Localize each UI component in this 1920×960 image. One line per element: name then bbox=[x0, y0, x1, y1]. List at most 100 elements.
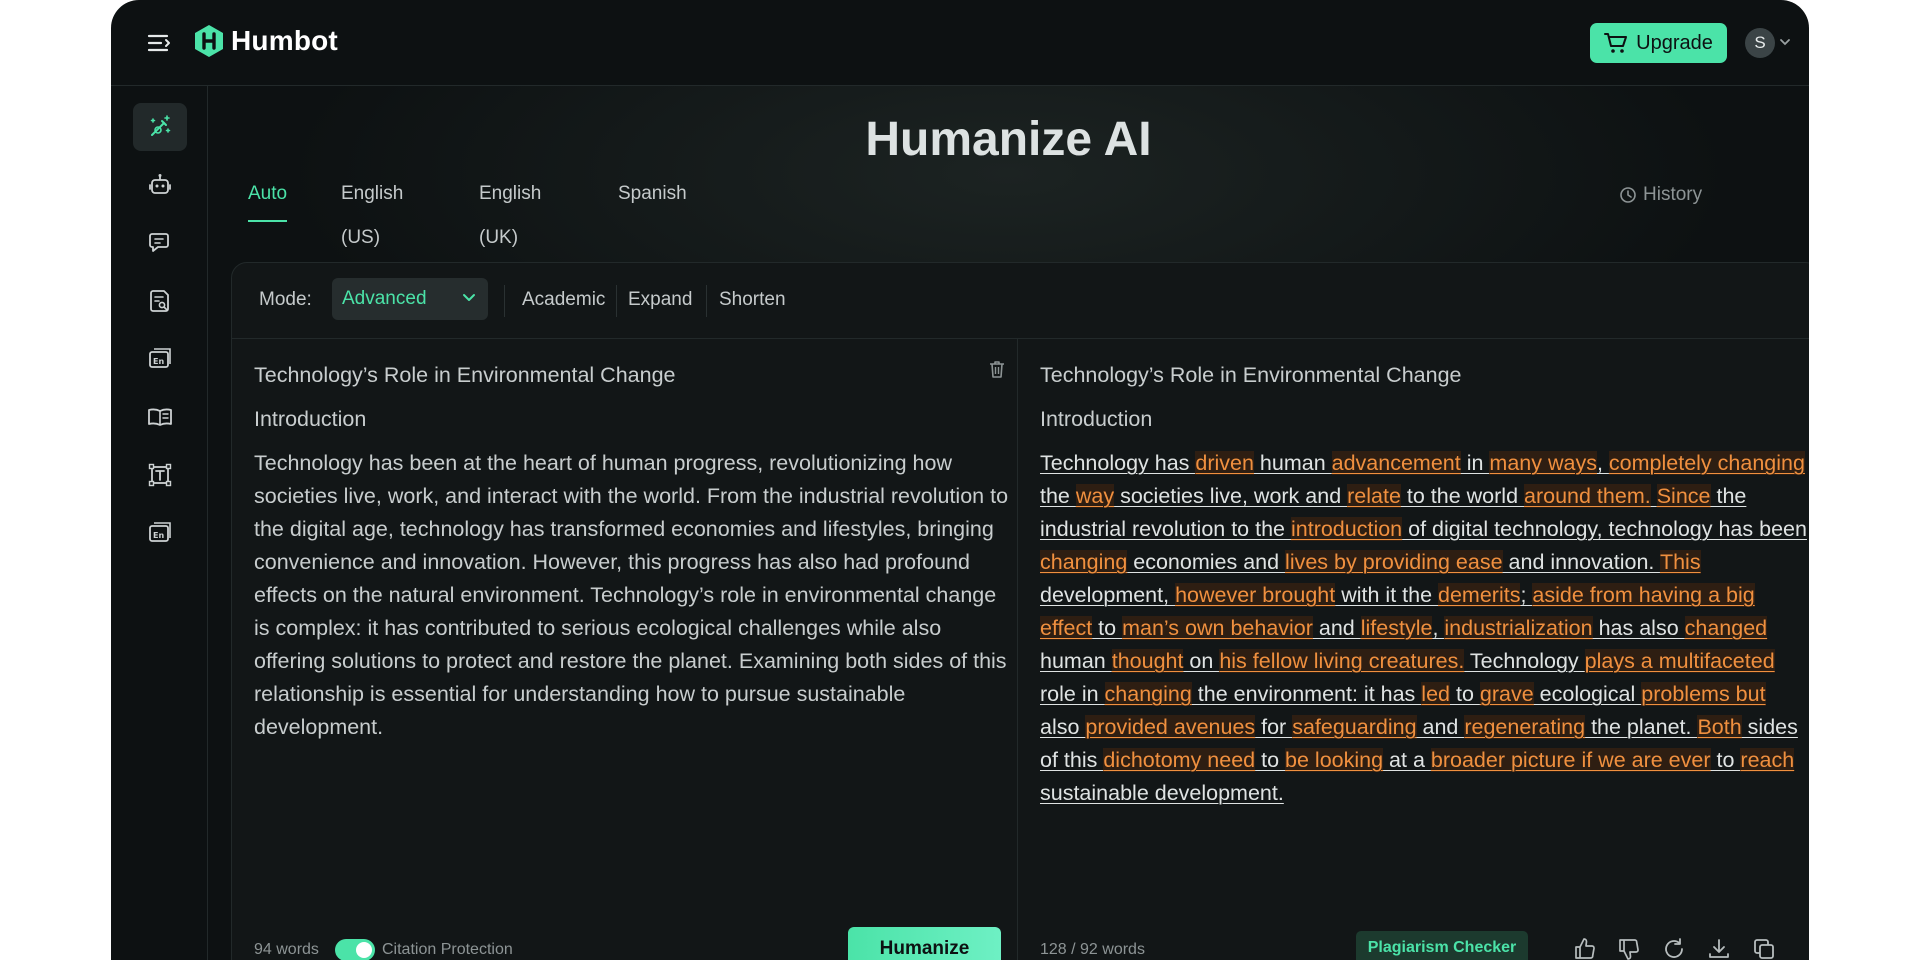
sidebar-item-translator-2[interactable]: En bbox=[133, 509, 187, 557]
sidebar-item-text-tools[interactable] bbox=[133, 451, 187, 499]
changed-phrase[interactable]: his fellow living creatures. bbox=[1219, 649, 1465, 673]
upgrade-label: Upgrade bbox=[1636, 31, 1713, 54]
divider bbox=[616, 285, 617, 317]
plagiarism-checker-button[interactable]: Plagiarism Checker bbox=[1356, 931, 1528, 960]
unchanged-phrase: sustainable development. bbox=[1040, 781, 1284, 805]
changed-phrase[interactable]: many ways bbox=[1489, 451, 1597, 475]
document-search-icon bbox=[150, 290, 169, 312]
changed-phrase[interactable]: driven bbox=[1195, 451, 1254, 475]
unchanged-phrase: to bbox=[1710, 748, 1741, 772]
unchanged-phrase: and innovation. bbox=[1502, 550, 1660, 574]
input-pane[interactable]: Technology’s Role in Environmental Chang… bbox=[232, 339, 1018, 960]
changed-phrase[interactable]: lives by providing ease bbox=[1285, 550, 1503, 574]
humanize-button[interactable]: Humanize bbox=[848, 927, 1001, 960]
tab-spanish[interactable]: Spanish bbox=[618, 172, 687, 216]
thumbs-down-icon[interactable] bbox=[1615, 935, 1643, 960]
input-text[interactable]: Technology has been at the heart of huma… bbox=[254, 447, 1014, 744]
changed-phrase[interactable]: changed bbox=[1684, 616, 1768, 640]
changed-phrase[interactable]: demerits bbox=[1438, 583, 1521, 607]
unchanged-phrase: societies live, work and bbox=[1114, 484, 1348, 508]
mode-option-academic[interactable]: Academic bbox=[522, 289, 605, 311]
mode-select[interactable]: Advanced bbox=[332, 278, 488, 320]
changed-phrase[interactable]: industrialization bbox=[1444, 616, 1593, 640]
changed-phrase[interactable]: completely changing bbox=[1608, 451, 1805, 475]
unchanged-phrase: to the world bbox=[1400, 484, 1525, 508]
sidebar-item-humanize[interactable] bbox=[133, 103, 187, 151]
changed-phrase[interactable]: around them. bbox=[1524, 484, 1651, 508]
mode-option-expand[interactable]: Expand bbox=[628, 289, 692, 311]
unchanged-phrase: the bbox=[1040, 484, 1076, 508]
download-icon[interactable] bbox=[1705, 935, 1733, 960]
changed-phrase[interactable]: Both bbox=[1697, 715, 1742, 739]
sidebar-item-reader[interactable] bbox=[133, 393, 187, 441]
unchanged-phrase: with it the bbox=[1335, 583, 1438, 607]
unchanged-phrase: to bbox=[1450, 682, 1480, 706]
changed-phrase[interactable]: regenerating bbox=[1464, 715, 1586, 739]
translate-en-icon: En bbox=[149, 522, 171, 542]
regenerate-icon[interactable] bbox=[1660, 935, 1688, 960]
sidebar-item-essay[interactable] bbox=[133, 277, 187, 325]
changed-phrase[interactable]: grave bbox=[1479, 682, 1534, 706]
changed-phrase[interactable]: broader picture if we are ever bbox=[1430, 748, 1711, 772]
output-heading: Introduction bbox=[1040, 407, 1153, 431]
changed-phrase[interactable]: advancement bbox=[1331, 451, 1461, 475]
unchanged-phrase: the environment: it has bbox=[1191, 682, 1422, 706]
changed-phrase[interactable]: problems but bbox=[1641, 682, 1766, 706]
mode-option-shorten[interactable]: Shorten bbox=[719, 289, 786, 311]
sidebar-item-ai-detector[interactable] bbox=[133, 161, 187, 209]
unchanged-phrase: Technology has bbox=[1040, 451, 1196, 475]
unchanged-phrase: human bbox=[1253, 451, 1332, 475]
main-content: Humanize AI Auto English (US) English (U… bbox=[208, 86, 1809, 960]
unchanged-phrase: ; bbox=[1520, 583, 1533, 607]
unchanged-phrase: economies and bbox=[1127, 550, 1286, 574]
changed-phrase[interactable]: This bbox=[1659, 550, 1701, 574]
changed-phrase[interactable]: plays a multifaceted bbox=[1584, 649, 1775, 673]
changed-phrase[interactable]: changing bbox=[1040, 550, 1128, 574]
changed-phrase[interactable]: safeguarding bbox=[1292, 715, 1417, 739]
tab-english-us[interactable]: English (US) bbox=[341, 172, 403, 248]
history-button[interactable]: History bbox=[1619, 184, 1702, 206]
chevron-down-icon[interactable] bbox=[1779, 37, 1791, 47]
changed-phrase[interactable]: changing bbox=[1104, 682, 1192, 706]
changed-phrase[interactable]: led bbox=[1421, 682, 1450, 706]
tab-english-uk[interactable]: English (UK) bbox=[479, 172, 541, 248]
citation-protection-label: Citation Protection bbox=[382, 941, 513, 958]
changed-phrase[interactable]: way bbox=[1075, 484, 1115, 508]
changed-phrase[interactable]: introduction bbox=[1290, 517, 1403, 541]
menu-toggle-icon[interactable] bbox=[147, 32, 173, 54]
changed-phrase[interactable]: provided avenues bbox=[1085, 715, 1256, 739]
unchanged-phrase: human bbox=[1040, 649, 1112, 673]
unchanged-phrase: also bbox=[1040, 715, 1086, 739]
app-logo[interactable]: Humbot bbox=[193, 24, 338, 58]
chevron-down-icon bbox=[463, 294, 475, 301]
mode-selected-value: Advanced bbox=[342, 288, 427, 309]
changed-phrase[interactable]: be looking bbox=[1285, 748, 1384, 772]
book-icon bbox=[148, 408, 172, 426]
changed-phrase[interactable]: however brought bbox=[1175, 583, 1336, 607]
tab-auto[interactable]: Auto bbox=[248, 172, 288, 222]
changed-phrase[interactable]: man’s own behavior bbox=[1122, 616, 1313, 640]
changed-phrase[interactable]: Since bbox=[1656, 484, 1711, 508]
sidebar-item-translator[interactable]: En bbox=[133, 335, 187, 383]
copy-icon[interactable] bbox=[1750, 935, 1778, 960]
cart-icon bbox=[1604, 33, 1628, 53]
thumbs-up-icon[interactable] bbox=[1571, 935, 1599, 960]
changed-phrase[interactable]: dichotomy need bbox=[1103, 748, 1256, 772]
changed-phrase[interactable]: thought bbox=[1111, 649, 1184, 673]
unchanged-phrase: and bbox=[1416, 715, 1465, 739]
citation-protection-toggle[interactable] bbox=[335, 939, 375, 960]
divider bbox=[504, 285, 505, 317]
unchanged-phrase: for bbox=[1255, 715, 1293, 739]
avatar[interactable]: S bbox=[1745, 28, 1775, 58]
upgrade-button[interactable]: Upgrade bbox=[1590, 23, 1727, 63]
sidebar: En En bbox=[111, 86, 208, 960]
robot-icon bbox=[149, 174, 171, 194]
changed-phrase[interactable]: lifestyle bbox=[1360, 616, 1433, 640]
unchanged-phrase bbox=[1651, 484, 1657, 508]
output-text: Technology has driven human advancement … bbox=[1040, 447, 1809, 810]
unchanged-phrase: in bbox=[1460, 451, 1490, 475]
changed-phrase[interactable]: relate bbox=[1347, 484, 1401, 508]
sidebar-item-rewriter[interactable] bbox=[133, 219, 187, 267]
history-icon bbox=[1620, 187, 1636, 203]
changed-phrase[interactable]: reach bbox=[1740, 748, 1795, 772]
